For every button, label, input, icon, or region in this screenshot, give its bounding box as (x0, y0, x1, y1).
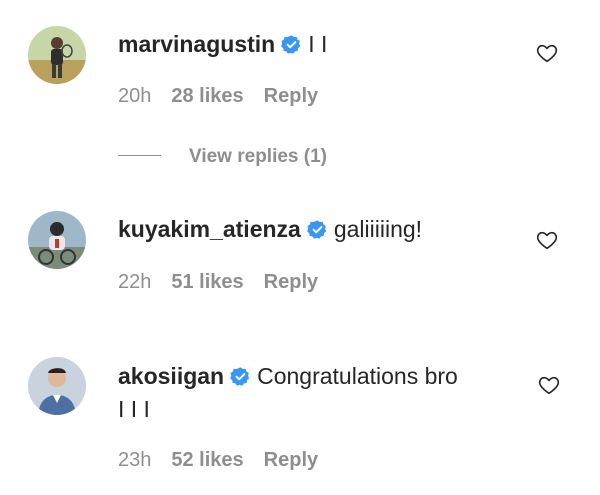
timestamp[interactable]: 23h (118, 449, 151, 471)
likes-count[interactable]: 52 likes (171, 449, 243, 471)
view-replies-button[interactable]: View replies (1) (118, 146, 327, 168)
comment-line: kuyakim_atienza galiiiiing! (118, 214, 422, 244)
heart-outline-icon[interactable] (536, 229, 558, 251)
avatar[interactable] (28, 357, 86, 415)
avatar[interactable] (28, 26, 86, 84)
likes-count[interactable]: 51 likes (171, 271, 243, 293)
heart-outline-icon[interactable] (538, 374, 560, 396)
comment-line: akosiigan Congratulations bro (118, 361, 458, 391)
username-link[interactable]: marvinagustin (118, 31, 275, 57)
likes-count[interactable]: 28 likes (171, 85, 243, 107)
username-link[interactable]: kuyakim_atienza (118, 216, 301, 242)
comment-meta: 22h 51 likes Reply (118, 271, 338, 294)
heart-outline-icon[interactable] (536, 42, 558, 64)
comment-text: Congratulations bro (257, 363, 458, 389)
username-link[interactable]: akosiigan (118, 363, 224, 389)
verified-badge-icon (281, 35, 301, 54)
reply-button[interactable]: Reply (264, 271, 318, 293)
reply-button[interactable]: Reply (264, 85, 318, 107)
verified-badge-icon (306, 220, 326, 239)
reply-button[interactable]: Reply (264, 449, 318, 471)
timestamp[interactable]: 20h (118, 85, 151, 107)
view-replies-divider (118, 155, 161, 156)
comment-text: I I (308, 31, 328, 57)
avatar[interactable] (28, 211, 86, 269)
comment-text-continued: I I I (118, 396, 150, 422)
verified-badge-icon (230, 367, 250, 386)
comment-meta: 23h 52 likes Reply (118, 449, 338, 472)
comment-meta: 20h 28 likes Reply (118, 85, 338, 108)
view-replies-label[interactable]: View replies (1) (189, 146, 327, 167)
comment-line: marvinagustin I I (118, 29, 327, 59)
timestamp[interactable]: 22h (118, 271, 151, 293)
comment-text: galiiiiing! (333, 216, 423, 242)
